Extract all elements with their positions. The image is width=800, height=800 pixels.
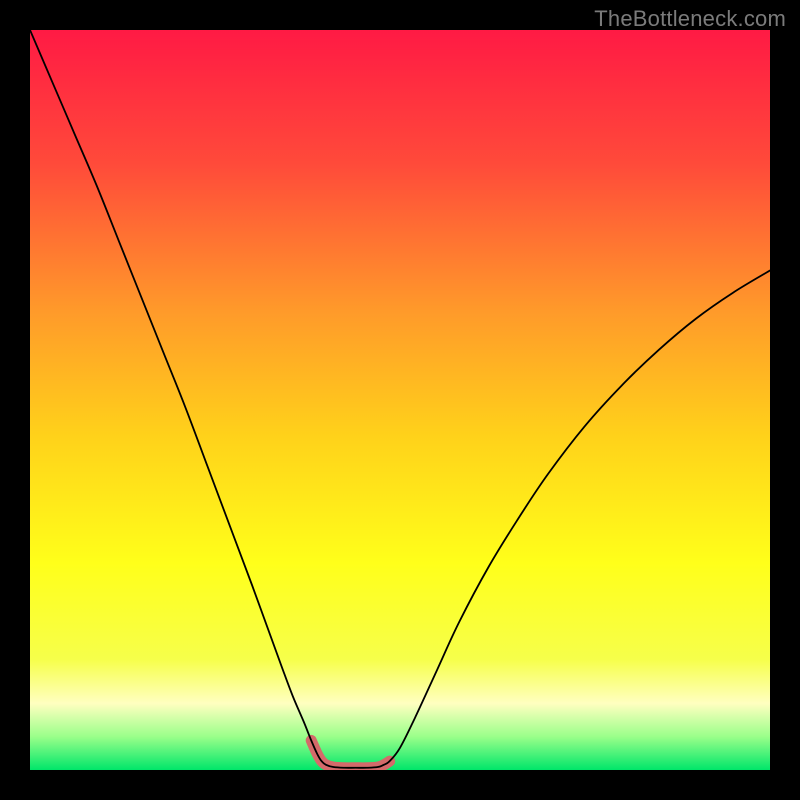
chart-svg: [30, 30, 770, 770]
plot-area: [30, 30, 770, 770]
watermark-label: TheBottleneck.com: [594, 6, 786, 32]
chart-frame: TheBottleneck.com: [0, 0, 800, 800]
chart-background: [30, 30, 770, 770]
